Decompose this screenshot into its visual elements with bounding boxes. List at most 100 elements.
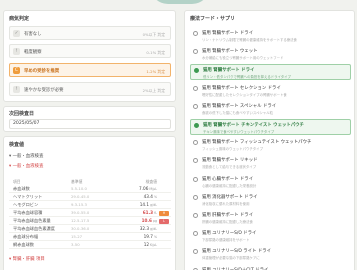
diagnosis-title: 病気判定: [9, 16, 30, 22]
food-description: フィッシュ風味のウェットパウチタイプ: [202, 147, 263, 152]
food-description: 心臓の健康維持に配慮した栄養設計: [202, 183, 257, 188]
row-range: 3-50: [71, 242, 80, 247]
row-value: 12K/μL: [143, 242, 157, 247]
row-unit: M/μL: [149, 187, 157, 191]
row-value: 7.06M/μL: [139, 186, 157, 191]
row-value: 43.4%: [143, 194, 157, 199]
radio-icon[interactable]: [193, 213, 198, 218]
option-range: 0%以下 判定: [142, 31, 165, 37]
food-description: 水分補給にも役立つ腎臓サポート用のウェットフード: [202, 56, 284, 61]
food-description: 下部尿路の健康維持をサポート: [202, 238, 250, 243]
row-unit: g/dL: [150, 203, 157, 207]
food-item[interactable]: 猫用 ユリナリーS/O＋CLT ドライストレスケアも考慮した下部尿路サポート: [190, 265, 351, 270]
option-label: 早めの受診を推奨: [24, 69, 60, 74]
diagnosis-option-none[interactable]: ✓ 有害なし 0%以下 判定: [9, 26, 171, 40]
row-unit: g/dL: [150, 227, 157, 231]
row-range: 30.0-36.0: [71, 226, 90, 231]
radio-icon[interactable]: [193, 194, 198, 200]
table-row: ヘモグロビン 9.3-15.3 14.1g/dL: [9, 201, 171, 209]
radio-icon[interactable]: [194, 123, 199, 128]
food-description: 低リン・低タンパクで腎臓への負担を抑えるドライタイプ: [203, 75, 291, 80]
row-value: 14.1g/dL: [139, 202, 157, 207]
c-icon: C: [13, 67, 20, 74]
group-blood-toggle[interactable]: ▾ 一般・血液検査: [9, 162, 171, 171]
food-item[interactable]: 猫用 消化器サポート ドライ 消化吸収に優れた原材料を使用: [190, 192, 351, 208]
food-item[interactable]: 猫用 腎臓サポート ウェット 水分補給にも役立つ腎臓サポート用のウェットフード: [190, 46, 351, 62]
row-name: 平均赤血球血色素濃度: [13, 226, 55, 231]
food-item[interactable]: 猫用 肝臓サポート ドライ 肝臓の健康維持に配慮した療法食: [190, 210, 351, 226]
food-item[interactable]: 猫用 心臓サポート ドライ 心臓の健康維持に配慮した栄養設計: [190, 174, 351, 190]
exam-date-title: 次回検査日: [9, 111, 35, 117]
radio-icon[interactable]: [193, 176, 198, 182]
row-value: 32.3g/dL: [139, 226, 157, 231]
food-description: 嗜好性に配慮したセレクションタイプの腎臓サポート食: [202, 92, 287, 97]
food-description: チキン風味で食べやすいウェットパウチタイプ: [203, 130, 275, 134]
row-name: 平均赤血球容積: [13, 210, 43, 215]
high-badge: H: [159, 210, 169, 216]
food-description: リン・ナトリウム制限で腎臓の健康維持をサポートする療法食: [202, 38, 297, 42]
option-label: 有害なし: [24, 32, 42, 37]
exam-date-input[interactable]: 2025/05/07: [9, 119, 171, 129]
radio-icon[interactable]: [193, 49, 198, 55]
food-name: 猫用 肝臓サポート ドライ: [202, 213, 254, 218]
row-name: ヘマトクリット: [13, 194, 43, 199]
low-badge: L: [159, 218, 169, 224]
option-label: 速やかな受診が必要: [24, 88, 64, 93]
table-row: 平均赤血球血色素量 12.5-17.5 10.6pg L: [9, 217, 171, 225]
food-description: 消化吸収に優れた原材料を使用: [202, 201, 250, 206]
table-row: 平均赤血球容積 39.0-55.0 61.3fL H: [9, 209, 171, 217]
food-name: 猫用 ユリナリーS/O ライト ドライ: [202, 249, 271, 255]
option-range: 0-1% 判定: [146, 49, 165, 55]
food-item[interactable]: 猫用 腎臓サポート ドライ 低リン・低タンパクで腎臓への負担を抑えるドライタイプ: [190, 64, 351, 81]
header-decoration: [150, 0, 210, 4]
radio-icon[interactable]: [193, 85, 198, 91]
lab-values-card: 検査値 ▾ 一般・血液検査 ▾ 一般・血液検査 項目 基準値 検査値 赤血球数 …: [3, 136, 176, 270]
food-item[interactable]: 猫用 腎臓サポート スペシャル ドライ 食欲の低下した猫にも食べやすいスペシャル粒: [190, 101, 351, 117]
food-item[interactable]: 猫用 腎臓サポート フィッシュテイスト ウェットパウチ フィッシュ風味のウェットパ…: [190, 137, 351, 153]
food-name: 猫用 ユリナリーS/O＋CLT ドライ: [202, 267, 268, 270]
food-description: 体重管理が必要な猫の下部尿路ケアに: [202, 256, 260, 261]
food-item[interactable]: 猫用 腎臓サポート リキッド 流動食として給与できる液状タイプ: [190, 155, 351, 171]
food-item[interactable]: 猫用 ユリナリーS/O ライト ドライ 体重管理が必要な猫の下部尿路ケアに: [190, 246, 351, 262]
food-description: 流動食として給与できる液状タイプ: [202, 165, 257, 170]
food-name: 猫用 腎臓サポート リキッド: [202, 158, 258, 164]
radio-icon[interactable]: [193, 103, 198, 109]
row-name: 網赤血球数: [13, 242, 34, 247]
food-item[interactable]: 猫用 腎臓サポート チキンテイスト ウェットパウチ チキン風味で食べやすいウェット…: [190, 119, 351, 135]
group-renal-toggle[interactable]: ▾ 腎臓・肝臓 項目: [9, 255, 171, 264]
option-range: 2%以上 判定: [142, 87, 165, 93]
radio-icon[interactable]: [193, 31, 198, 36]
row-range: 12.5-17.5: [71, 218, 90, 223]
radio-icon[interactable]: [194, 68, 199, 74]
diagnosis-option-early-visit[interactable]: C 早めの受診を推奨 1-2% 判定: [9, 63, 171, 77]
food-item[interactable]: 猫用 腎臓サポート セレクション ドライ 嗜好性に配慮したセレクションタイプの腎臓…: [190, 83, 351, 99]
diagnosis-card: 病気判定 ✓ 有害なし 0%以下 判定 ! 軽度観察 0-1% 判定 C 早めの…: [3, 10, 176, 102]
row-range: 39.0-55.0: [71, 210, 90, 215]
alert-icon: !: [13, 86, 20, 93]
radio-icon[interactable]: [193, 140, 198, 146]
row-value: 10.6pg: [141, 218, 157, 223]
therapeutic-food-card: 療法フード・サプリ 猫用 腎臓サポート ドライ リン・ナトリウム制限で腎臓の健康維…: [184, 10, 355, 270]
food-name: 猫用 心臓サポート ドライ: [202, 176, 254, 182]
radio-icon[interactable]: [193, 249, 198, 255]
food-name: 猫用 腎臓サポート ドライ: [202, 31, 254, 36]
group-general-toggle[interactable]: ▾ 一般・血液検査: [9, 152, 171, 161]
check-icon: ✓: [13, 30, 20, 37]
food-item[interactable]: 猫用 腎臓サポート ドライリン・ナトリウム制限で腎臓の健康維持をサポートする療法…: [190, 28, 351, 44]
food-name: 猫用 腎臓サポート スペシャル ドライ: [202, 103, 277, 109]
exam-date-card: 次回検査日 2025/05/07: [3, 106, 176, 132]
diagnosis-option-mild[interactable]: ! 軽度観察 0-1% 判定: [9, 44, 171, 58]
diagnosis-option-urgent[interactable]: ! 速やかな受診が必要 2%以上 判定: [9, 82, 171, 96]
row-unit: %: [153, 235, 157, 239]
food-item[interactable]: 猫用 ユリナリーS/O ドライ 下部尿路の健康維持をサポート: [190, 228, 351, 244]
row-range: 15-27: [71, 234, 83, 239]
food-name: 猫用 消化器サポート ドライ: [202, 194, 258, 200]
food-name: 猫用 腎臓サポート チキンテイスト ウェットパウチ: [203, 123, 304, 128]
table-row: ヘマトクリット 29.0-45.0 43.4%: [9, 193, 171, 201]
radio-icon[interactable]: [193, 158, 198, 164]
row-value: 61.3fL: [142, 210, 157, 215]
food-name: 猫用 腎臓サポート セレクション ドライ: [202, 85, 281, 91]
radio-icon[interactable]: [193, 231, 198, 237]
food-description: 肝臓の健康維持に配慮した療法食: [202, 220, 253, 224]
alert-icon: !: [13, 48, 20, 55]
